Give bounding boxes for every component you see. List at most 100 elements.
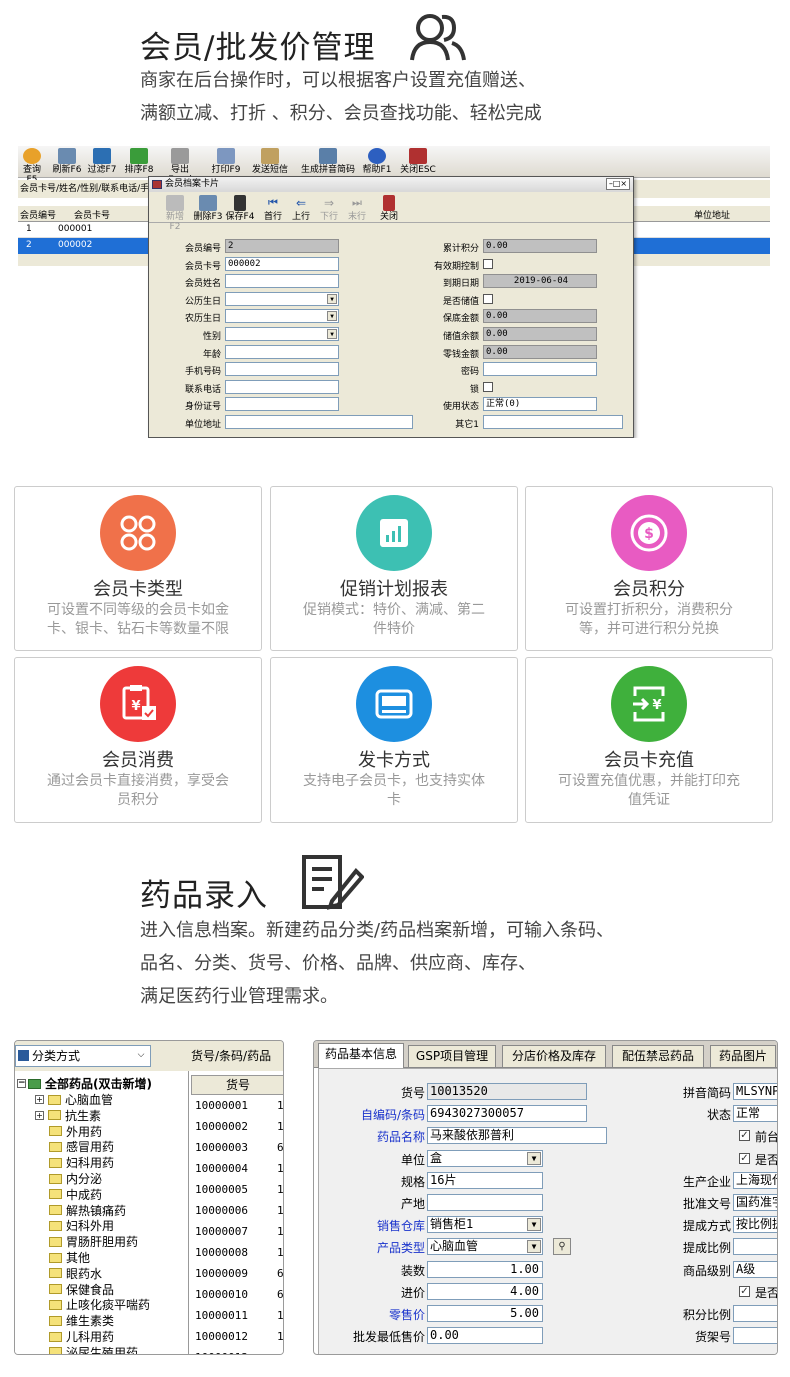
close-button[interactable]: 关闭ESC [398,146,438,176]
member-field[interactable]: ▼ [225,309,339,324]
member-field[interactable]: ▼ [225,291,339,306]
member-field[interactable] [483,415,623,429]
tree-item[interactable]: 维生素类 [49,1312,114,1329]
table-row[interactable]: 10000006 1 [195,1204,283,1217]
send-sms-button[interactable]: 发送短信 [250,146,290,176]
member-field[interactable]: 0.00 [483,239,597,253]
sort-button[interactable]: 排序F8 [122,146,156,176]
member-field[interactable] [225,397,339,412]
member-field[interactable]: 0.00 [483,327,597,341]
table-row[interactable]: 10000008 1 [195,1246,283,1259]
checkbox[interactable]: ✓ [739,1152,750,1164]
refresh-button[interactable]: 刷新F6 [52,146,82,176]
drug-field[interactable]: 0.00 [427,1327,543,1345]
member-field[interactable]: 正常(0) [483,397,597,412]
table-row[interactable]: 10000012 1 [195,1330,283,1343]
tab-0[interactable]: 药品基本信息 [318,1043,404,1069]
checkbox[interactable] [483,381,493,392]
search-icon[interactable]: ⚲ [553,1238,571,1256]
tab-1[interactable]: GSP项目管理 [408,1045,496,1067]
member-field[interactable]: ▼ [225,327,339,341]
drug-field[interactable] [733,1305,777,1322]
delete-button[interactable]: 删除F3 [193,193,223,223]
tree-item[interactable]: + 心脑血管 [35,1091,113,1108]
table-row[interactable]: 10000010 6 [195,1288,283,1301]
tree-item[interactable]: 其他 [49,1249,90,1266]
first-row-button[interactable]: ⏮ 首行 [261,193,285,223]
tab-3[interactable]: 配伍禁忌药品 [612,1045,704,1067]
drug-field[interactable]: A级 [733,1260,777,1278]
tab-2[interactable]: 分店价格及库存 [502,1045,606,1067]
tab-4[interactable]: 药品图片 [710,1045,776,1067]
col-code[interactable]: 货号 [191,1075,283,1095]
table-row[interactable]: 10000002 1 [195,1120,283,1133]
tree-item[interactable]: 内分泌 [49,1170,102,1187]
drug-field[interactable]: 马来酸依那普利 [427,1127,607,1145]
tree-item[interactable]: 妇科用药 [49,1154,114,1171]
prev-row-button[interactable]: ⇐ 上行 [289,193,313,223]
export-button[interactable]: 导出Excel [160,146,200,185]
table-row[interactable]: 10000013 [195,1351,283,1354]
drug-field[interactable]: 16片 [427,1171,543,1189]
drug-field[interactable]: 10013520 [427,1083,587,1100]
query-button[interactable]: 查询F5 [18,146,46,185]
checkbox[interactable]: ✓ [739,1285,750,1297]
member-field[interactable]: 000002 [225,256,339,271]
tree-item[interactable]: 胃肠肝胆用药 [49,1233,138,1250]
tree-item[interactable]: 外用药 [49,1123,102,1140]
member-field[interactable]: 0.00 [483,309,597,324]
drug-field[interactable]: MLSYNPL [733,1083,777,1100]
table-row[interactable]: 10000007 1 [195,1225,283,1238]
help-button[interactable]: 帮助F1 [360,146,394,176]
save-button[interactable]: 保存F4 [225,193,255,223]
table-row[interactable]: 10000003 6 [195,1141,283,1154]
drug-field[interactable]: 4.00 [427,1282,543,1300]
member-field[interactable]: 2019-06-04 [483,274,597,289]
tree-item[interactable]: 妇科外用 [49,1217,114,1234]
member-field[interactable] [225,362,339,377]
drug-field[interactable] [733,1238,777,1256]
window-controls[interactable]: –□× [606,178,630,190]
table-row[interactable]: 10000001 1 [195,1099,283,1112]
member-field[interactable]: 2 [225,239,339,253]
drug-field[interactable]: 上海现代 [733,1171,777,1189]
drug-field[interactable]: 国药准字 [733,1194,777,1211]
next-row-button[interactable]: ⇒ 下行 [317,193,341,223]
drug-field[interactable] [733,1327,777,1345]
drug-field[interactable]: 5.00 [427,1305,543,1322]
col-member-no[interactable]: 会员编号 [20,208,56,221]
member-field[interactable] [225,415,413,429]
filter-button[interactable]: 过滤F7 [86,146,118,176]
drug-field[interactable]: 按比例提 [733,1216,777,1234]
member-field[interactable]: 0.00 [483,344,597,359]
drug-field[interactable]: 6943027300057 [427,1105,587,1123]
tree-item[interactable]: 感冒用药 [49,1138,114,1155]
drug-field[interactable] [427,1194,543,1211]
checkbox[interactable] [483,258,493,269]
drug-field[interactable]: 盒 ▼ [427,1149,543,1167]
tree-item[interactable]: 泌尿生殖用药 [49,1344,138,1354]
tree-item[interactable]: + 抗生素 [35,1107,101,1124]
member-field[interactable] [225,379,339,394]
table-row[interactable]: 10000004 1 [195,1162,283,1175]
tree-item[interactable]: 中成药 [49,1186,102,1203]
tree-item[interactable]: 止咳化痰平喘药 [49,1296,150,1313]
drug-field[interactable]: 1.00 [427,1260,543,1278]
table-row[interactable]: 10000011 1 [195,1309,283,1322]
tree-item[interactable]: 眼药水 [49,1265,102,1282]
tree-item[interactable]: 解热镇痛药 [49,1202,126,1219]
col-member-card[interactable]: 会员卡号 [74,208,110,221]
gen-pinyin-button[interactable]: 生成拼音简码 [300,146,356,176]
tree-root[interactable]: − 全部药品(双击新增) [17,1075,152,1092]
drug-field[interactable]: 心脑血管 ▼ [427,1238,543,1256]
col-address[interactable]: 单位地址 [694,208,730,221]
table-row[interactable]: 10000005 1 [195,1183,283,1196]
table-row[interactable]: 10000009 6 [195,1267,283,1280]
tree-item[interactable]: 保健食品 [49,1281,114,1298]
category-mode-select[interactable]: 分类方式 ⌵ [15,1045,151,1067]
member-field[interactable] [225,344,339,359]
member-field[interactable] [483,362,597,377]
dialog-close-button[interactable]: 关闭 [377,193,401,223]
last-row-button[interactable]: ⏭ 末行 [345,193,369,223]
checkbox[interactable] [483,293,493,304]
